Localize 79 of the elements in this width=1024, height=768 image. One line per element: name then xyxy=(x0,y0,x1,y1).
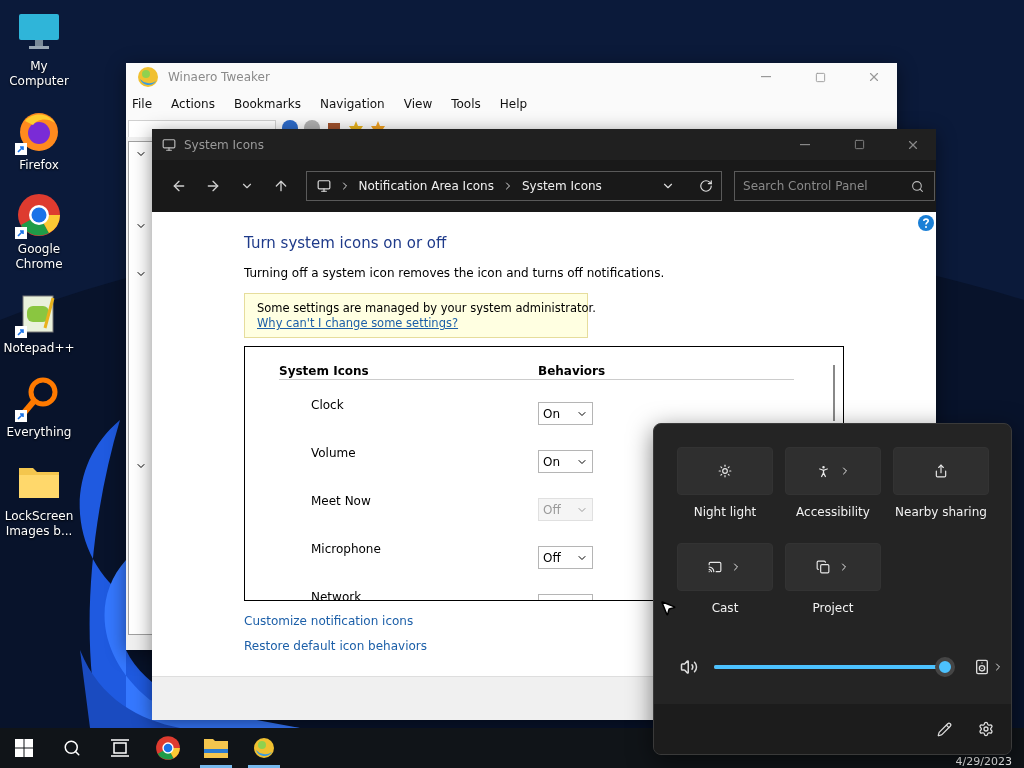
settings-icon xyxy=(978,721,994,737)
task-link[interactable]: Restore default icon behaviors xyxy=(244,639,427,653)
minimize-icon xyxy=(800,143,810,146)
icon-name: Microphone xyxy=(311,541,382,558)
desktop-icon-label[interactable]: Google Chrome xyxy=(0,242,78,272)
desktop-icon-label[interactable]: My Computer xyxy=(0,59,78,89)
minimize-icon xyxy=(761,76,771,78)
menu-item[interactable]: Navigation xyxy=(316,97,392,111)
page-heading: Turn system icons on or off xyxy=(244,234,448,252)
computer-icon xyxy=(162,137,176,152)
menu-item[interactable]: Tools xyxy=(447,97,488,111)
desktop-icon-label[interactable]: Firefox xyxy=(0,158,78,173)
quick-setting-tile[interactable] xyxy=(785,543,881,591)
column-header: Behaviors xyxy=(538,364,607,378)
behavior-select[interactable]: On xyxy=(538,402,593,425)
breadcrumb-item[interactable]: System Icons xyxy=(521,179,602,193)
menu-item[interactable]: File xyxy=(128,97,160,111)
folder-icon xyxy=(203,737,229,759)
tweaker-icon xyxy=(136,65,160,89)
help-icon[interactable] xyxy=(918,215,934,231)
quick-setting-tile[interactable] xyxy=(677,543,773,591)
behavior-select[interactable]: Off xyxy=(538,546,593,569)
search-icon xyxy=(911,179,924,193)
windows-logo-icon xyxy=(15,739,33,757)
date-text: 4/29/2023 xyxy=(955,755,1012,768)
desktop-icon-label[interactable]: LockScreen Images b... xyxy=(0,509,78,539)
cast-icon xyxy=(708,560,722,574)
bookmark-icon[interactable] xyxy=(326,120,342,129)
notice-text: Some settings are managed by your system administrator. xyxy=(257,301,596,315)
tile-label: Nearby sharing xyxy=(895,505,987,519)
screens-icon xyxy=(816,560,830,574)
task-view-icon xyxy=(110,739,130,757)
share-icon xyxy=(934,464,948,478)
star-icon[interactable] xyxy=(370,120,386,129)
cursor-icon xyxy=(659,599,677,617)
task-link[interactable]: Customize notification icons xyxy=(244,614,414,628)
icon-name: Meet Now xyxy=(311,493,372,510)
speaker-icon[interactable] xyxy=(680,658,698,676)
desktop-icon-label[interactable]: Everything xyxy=(0,425,78,440)
search-icon xyxy=(63,739,81,757)
star-icon[interactable] xyxy=(348,120,364,129)
page-description: Turning off a system icon removes the icon and turns off notifications. xyxy=(244,266,666,280)
icon-name: Clock xyxy=(311,397,345,414)
window-title: Winaero Tweaker xyxy=(168,70,271,84)
forward-icon[interactable] xyxy=(304,120,320,129)
close-icon xyxy=(867,70,881,84)
slider-thumb[interactable] xyxy=(935,657,955,677)
sun-icon xyxy=(718,464,732,478)
tile-label: Cast xyxy=(711,601,739,615)
icon-name: Volume xyxy=(311,445,357,462)
window-title: System Icons xyxy=(184,137,265,152)
scrollbar-thumb[interactable] xyxy=(833,365,835,421)
maximize-icon xyxy=(814,71,826,83)
audio-device-icon[interactable] xyxy=(974,659,990,675)
breadcrumb-item[interactable]: Notification Area Icons xyxy=(358,179,494,193)
quick-setting-tile[interactable] xyxy=(785,447,881,495)
refresh-icon[interactable] xyxy=(699,179,713,193)
column-header: System Icons xyxy=(279,364,370,378)
menu-item[interactable]: Bookmarks xyxy=(229,97,308,111)
maximize-icon xyxy=(853,139,865,150)
tile-label: Night light xyxy=(693,505,757,519)
computer-icon xyxy=(316,179,331,193)
address-bar[interactable]: Notification Area Icons System Icons xyxy=(305,171,722,201)
help-link[interactable]: Why can't I change some settings? xyxy=(257,316,459,330)
quick-setting-tile[interactable] xyxy=(677,447,773,495)
quick-setting-tile[interactable] xyxy=(893,447,989,495)
chrome-icon xyxy=(16,192,62,238)
desktop-icon-label[interactable]: Notepad++ xyxy=(0,341,78,356)
menu-item[interactable]: Actions xyxy=(167,97,222,111)
chrome-icon xyxy=(155,735,181,761)
tweaker-icon xyxy=(252,736,276,760)
tile-label: Accessibility xyxy=(796,505,870,519)
menu-item[interactable]: View xyxy=(399,97,440,111)
behavior-select[interactable]: On xyxy=(538,450,593,473)
back-icon[interactable] xyxy=(282,120,298,129)
menu-item[interactable]: Help xyxy=(495,97,535,111)
tile-label: Project xyxy=(812,601,854,615)
search-field[interactable]: Search Control Panel xyxy=(734,171,935,201)
pencil-icon xyxy=(936,721,952,737)
